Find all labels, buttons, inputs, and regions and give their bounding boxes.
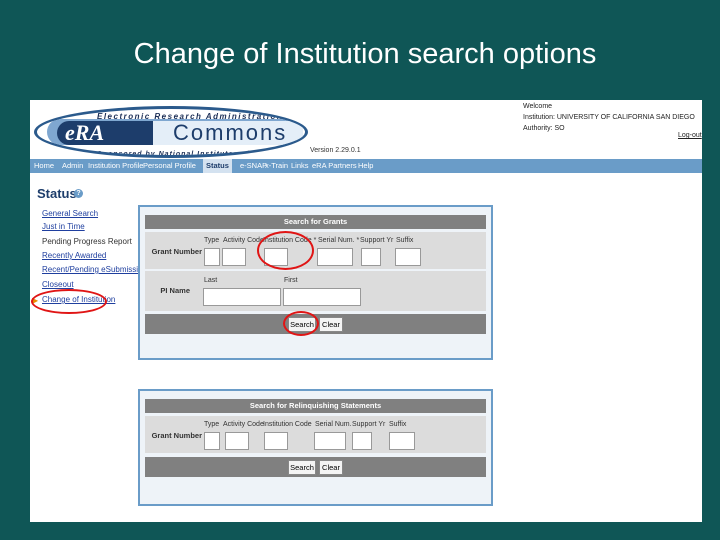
status-heading: Status: [37, 186, 77, 201]
rel-type-input[interactable]: [204, 432, 220, 450]
authority-text: Authority: SO: [523, 125, 565, 132]
nav-personal-profile[interactable]: Personal Profile: [143, 159, 196, 173]
clear-grants-button[interactable]: Clear: [319, 317, 343, 332]
last-label: Last: [204, 277, 218, 284]
sidebar-link-pending-progress-report[interactable]: Pending Progress Report: [42, 237, 132, 246]
clear-relinquishing-button[interactable]: Clear: [319, 460, 343, 475]
user-info: Welcome Institution: UNIVERSITY OF CALIF…: [523, 101, 695, 134]
era-mark: eRA: [57, 121, 153, 145]
col-support-yr: Support Yr: [360, 237, 394, 244]
relinquishing-grant-number-label: Grant Number: [151, 431, 202, 440]
serial-num-input[interactable]: [317, 248, 353, 266]
institution-text: Institution: UNIVERSITY OF CALIFORNIA SA…: [523, 114, 695, 121]
first-label: First: [284, 277, 298, 284]
rel-suffix-input[interactable]: [389, 432, 415, 450]
rel-support-yr-input[interactable]: [352, 432, 372, 450]
search-grants-panel: Search for Grants Grant Number Type Acti…: [138, 205, 493, 360]
search-grants-header: Search for Grants: [145, 215, 486, 229]
support-yr-input[interactable]: [361, 248, 381, 266]
sidebar-link-just-in-time[interactable]: Just in Time: [42, 222, 85, 231]
sidebar-link-recently-awarded[interactable]: Recently Awarded: [42, 251, 106, 260]
commons-wordmark: Commons: [153, 121, 303, 145]
search-relinquishing-panel: Search for Relinquishing Statements Gran…: [138, 389, 493, 506]
pi-last-name-input[interactable]: [203, 288, 281, 306]
nav-admin[interactable]: Admin: [62, 159, 83, 173]
search-relinquishing-header: Search for Relinquishing Statements: [145, 399, 486, 413]
search-relinquishing-button[interactable]: Search: [288, 460, 316, 475]
nav-status[interactable]: Status: [203, 159, 232, 173]
era-commons-screenshot: Electronic Research Administration eRA C…: [30, 100, 702, 522]
help-icon[interactable]: ?: [74, 189, 83, 198]
rel-col-institution-code: Institution Code: [263, 421, 312, 428]
sidebar-link-closeout[interactable]: Closeout: [42, 280, 74, 289]
rel-activity-code-input[interactable]: [225, 432, 249, 450]
welcome-text: Welcome: [523, 103, 553, 110]
type-input[interactable]: [204, 248, 220, 266]
slide-title: Change of Institution search options: [133, 38, 597, 70]
highlight-oval-search-button: [283, 311, 319, 336]
activity-code-input[interactable]: [222, 248, 246, 266]
era-commons-logo: Electronic Research Administration eRA C…: [34, 106, 308, 158]
sponsor-text: Sponsored by National Institutes of Heal…: [97, 151, 281, 158]
version-text: Version 2.29.0.1: [310, 147, 361, 154]
nav-institution-profile[interactable]: Institution Profile: [88, 159, 143, 173]
nav-links[interactable]: Links: [291, 159, 309, 173]
pi-name-label: PI Name: [160, 286, 190, 295]
logout-link[interactable]: Log-out: [678, 132, 702, 139]
rel-serial-num-input[interactable]: [314, 432, 346, 450]
nav-era-partners[interactable]: eRA Partners: [312, 159, 357, 173]
nav-help[interactable]: Help: [358, 159, 373, 173]
nav-xtrain[interactable]: x-Train: [265, 159, 288, 173]
rel-col-support-yr: Support Yr: [352, 421, 386, 428]
rel-col-suffix: Suffix: [389, 421, 407, 428]
nav-home[interactable]: Home: [34, 159, 54, 173]
sidebar-link-recent-pending-esubmissions[interactable]: Recent/Pending eSubmissions: [42, 265, 151, 274]
col-type: Type: [204, 237, 220, 244]
grant-number-label: Grant Number: [151, 247, 202, 256]
main-nav: Home Admin Institution Profile Personal …: [30, 159, 702, 173]
highlight-oval-institution-code: [257, 231, 314, 270]
rel-institution-code-input[interactable]: [264, 432, 288, 450]
rel-col-serial-num: Serial Num.: [315, 421, 352, 428]
suffix-input[interactable]: [395, 248, 421, 266]
sidebar-link-general-search[interactable]: General Search: [42, 209, 98, 218]
nav-esnap[interactable]: e-SNAP: [240, 159, 267, 173]
col-serial-num: Serial Num. *: [318, 237, 360, 244]
pi-first-name-input[interactable]: [283, 288, 361, 306]
col-suffix: Suffix: [396, 237, 414, 244]
rel-col-activity-code: Activity Code: [223, 421, 264, 428]
highlight-oval-change-of-institution: [31, 289, 107, 314]
rel-col-type: Type: [204, 421, 220, 428]
